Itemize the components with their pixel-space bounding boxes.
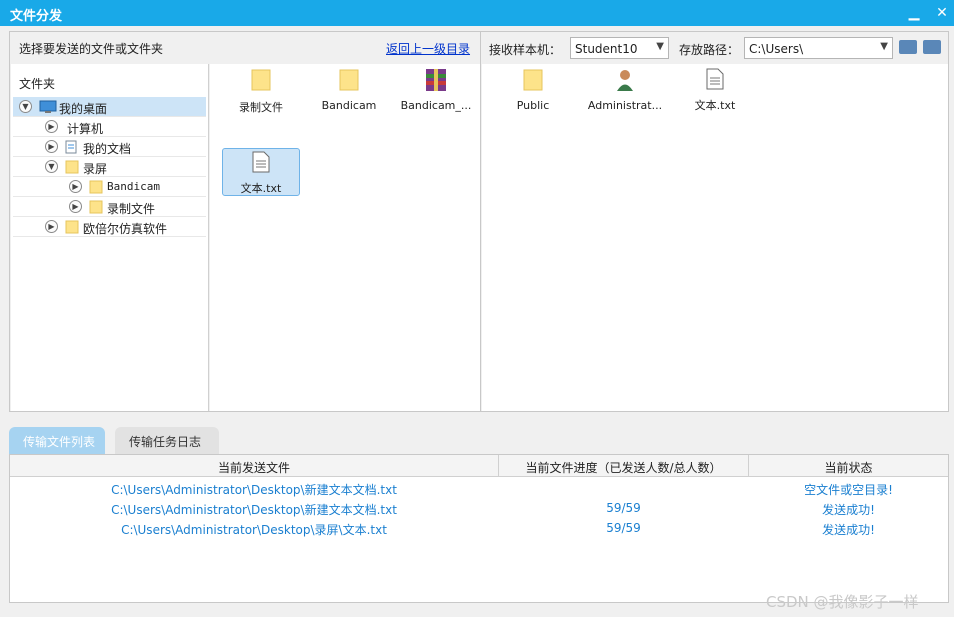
source-file-area: 录制文件 Bandicam Bandicam_... 文本.txt: [210, 64, 481, 411]
new-folder-icon[interactable]: [923, 40, 941, 54]
text-file-icon: [223, 151, 299, 176]
tree-item-recorded-files[interactable]: ▶ 录制文件: [13, 197, 206, 217]
tree-item-computer[interactable]: ▶ 计算机: [13, 117, 206, 137]
collapse-icon[interactable]: ▼: [45, 160, 58, 173]
folder-icon: [89, 200, 103, 217]
target-panel: 接收样本机： Student10 ▼ 存放路径： C:\Users\ ▼ Pub…: [480, 31, 949, 412]
file-item[interactable]: Bandicam_...: [397, 68, 475, 112]
source-panel: 选择要发送的文件或文件夹 返回上一级目录 文件夹 ▼ 我的桌面 ▶ 计算机 ▶ …: [9, 31, 481, 412]
file-item-selected[interactable]: 文本.txt: [222, 148, 300, 196]
tree-item-desktop[interactable]: ▼ 我的桌面: [13, 97, 206, 117]
folder-up-icon[interactable]: [899, 40, 917, 54]
receiver-value: Student10: [575, 42, 638, 56]
tab-transfer-list[interactable]: 传输文件列表: [9, 427, 105, 454]
source-header: 选择要发送的文件或文件夹: [19, 42, 164, 56]
window-title: 文件分发: [10, 9, 63, 24]
receiver-select[interactable]: Student10 ▼: [570, 37, 669, 59]
watermark: CSDN @我像影子一样: [766, 593, 919, 611]
receiver-label: 接收样本机：: [489, 43, 562, 57]
folder-icon: [494, 68, 572, 95]
column-header[interactable]: 当前发送文件: [10, 459, 498, 476]
up-directory-link[interactable]: 返回上一级目录: [386, 40, 470, 57]
tree-item-label: 录屏: [83, 162, 108, 176]
cell-progress: 59/59: [606, 521, 641, 535]
user-icon: [586, 68, 664, 95]
expand-icon[interactable]: ▶: [45, 220, 58, 233]
file-label: 文本.txt: [694, 99, 736, 112]
file-item[interactable]: Bandicam: [310, 68, 388, 112]
folder-icon: [65, 220, 79, 237]
folder-icon: [310, 68, 388, 95]
file-item[interactable]: Public: [494, 68, 572, 112]
folder-icon: [89, 180, 103, 197]
text-file-icon: [676, 68, 754, 93]
chevron-down-icon: ▼: [656, 41, 664, 52]
folder-tree: 文件夹 ▼ 我的桌面 ▶ 计算机 ▶ 我的文档 ▼ 录屏 ▶ Bandicam …: [11, 64, 209, 411]
cell-status: 发送成功!: [822, 503, 875, 517]
file-item[interactable]: 录制文件: [222, 68, 300, 115]
file-label: 录制文件: [239, 101, 283, 114]
cell-file: C:\Users\Administrator\Desktop\录屏\文本.txt: [121, 523, 387, 537]
expand-icon[interactable]: ▶: [45, 140, 58, 153]
transfer-table: 当前发送文件 当前文件进度（已发送人数/总人数） 当前状态 C:\Users\A…: [9, 454, 949, 603]
expand-icon[interactable]: ▶: [69, 180, 82, 193]
expand-icon[interactable]: ▶: [69, 200, 82, 213]
close-icon[interactable]: ✕: [932, 3, 952, 23]
table-row[interactable]: C:\Users\Administrator\Desktop\新建文本文档.tx…: [10, 498, 948, 518]
cell-file: C:\Users\Administrator\Desktop\新建文本文档.tx…: [111, 483, 397, 497]
title-bar: 文件分发 ▁ ✕: [0, 0, 954, 26]
tree-item-label: 录制文件: [107, 202, 156, 216]
tree-item-label: 我的桌面: [59, 102, 108, 116]
file-label: Bandicam: [321, 99, 377, 112]
cell-progress: 59/59: [606, 501, 641, 515]
table-row[interactable]: C:\Users\Administrator\Desktop\录屏\文本.txt…: [10, 518, 948, 538]
column-header[interactable]: 当前状态: [749, 459, 948, 476]
folder-icon: [65, 160, 79, 177]
folder-tree-label: 文件夹: [19, 77, 56, 91]
file-item[interactable]: Administrat...: [586, 68, 664, 112]
target-file-area: Public Administrat... 文本.txt: [482, 64, 948, 411]
expand-icon[interactable]: ▶: [45, 120, 58, 133]
archive-icon: [397, 68, 475, 95]
tab-task-log[interactable]: 传输任务日志: [115, 427, 219, 454]
desktop-icon: [39, 100, 57, 117]
tree-item-bandicam[interactable]: ▶ Bandicam: [13, 177, 206, 197]
tree-item-label: 我的文档: [83, 142, 132, 156]
tree-item-label: 计算机: [67, 122, 104, 136]
document-icon: [65, 140, 77, 157]
tree-item-label: Bandicam: [107, 180, 160, 193]
tree-item-label: 欧倍尔仿真软件: [83, 222, 168, 236]
minimize-icon[interactable]: ▁: [904, 3, 924, 23]
file-label: Administrat...: [587, 99, 663, 112]
cell-file: C:\Users\Administrator\Desktop\新建文本文档.tx…: [111, 503, 397, 517]
table-header: 当前发送文件 当前文件进度（已发送人数/总人数） 当前状态: [10, 455, 948, 477]
file-item[interactable]: 文本.txt: [676, 68, 754, 113]
file-label: 文本.txt: [240, 182, 282, 195]
chevron-down-icon: ▼: [880, 41, 888, 52]
tree-item-recording[interactable]: ▼ 录屏: [13, 157, 206, 177]
path-select[interactable]: C:\Users\ ▼: [744, 37, 893, 59]
path-value: C:\Users\: [749, 42, 804, 56]
tree-item-obe-software[interactable]: ▶ 欧倍尔仿真软件: [13, 217, 206, 237]
path-label: 存放路径：: [679, 43, 740, 57]
cell-status: 空文件或空目录!: [804, 483, 893, 497]
cell-status: 发送成功!: [822, 523, 875, 537]
tree-item-my-documents[interactable]: ▶ 我的文档: [13, 137, 206, 157]
file-label: Public: [516, 99, 550, 112]
table-row[interactable]: C:\Users\Administrator\Desktop\新建文本文档.tx…: [10, 478, 948, 498]
column-header[interactable]: 当前文件进度（已发送人数/总人数）: [499, 459, 748, 476]
collapse-icon[interactable]: ▼: [19, 100, 32, 113]
file-label: Bandicam_...: [400, 99, 472, 112]
folder-icon: [222, 68, 300, 95]
